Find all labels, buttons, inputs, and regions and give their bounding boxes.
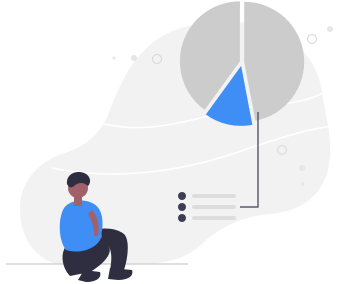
illustration-canvas — [0, 0, 345, 284]
person-shoe — [108, 268, 133, 280]
decor-dot — [131, 55, 137, 61]
legend-line — [192, 205, 236, 209]
decor-dot — [299, 165, 305, 171]
decor-dot — [327, 26, 333, 32]
decor-dot — [301, 182, 305, 186]
decor-ring — [306, 33, 318, 45]
legend-line — [192, 216, 236, 220]
legend-dot — [178, 203, 186, 211]
legend-dot — [178, 214, 186, 222]
decor-dot — [112, 56, 116, 60]
pie-chart-illustration — [6, 1, 335, 282]
legend-dot — [178, 192, 186, 200]
legend-line — [192, 194, 236, 198]
